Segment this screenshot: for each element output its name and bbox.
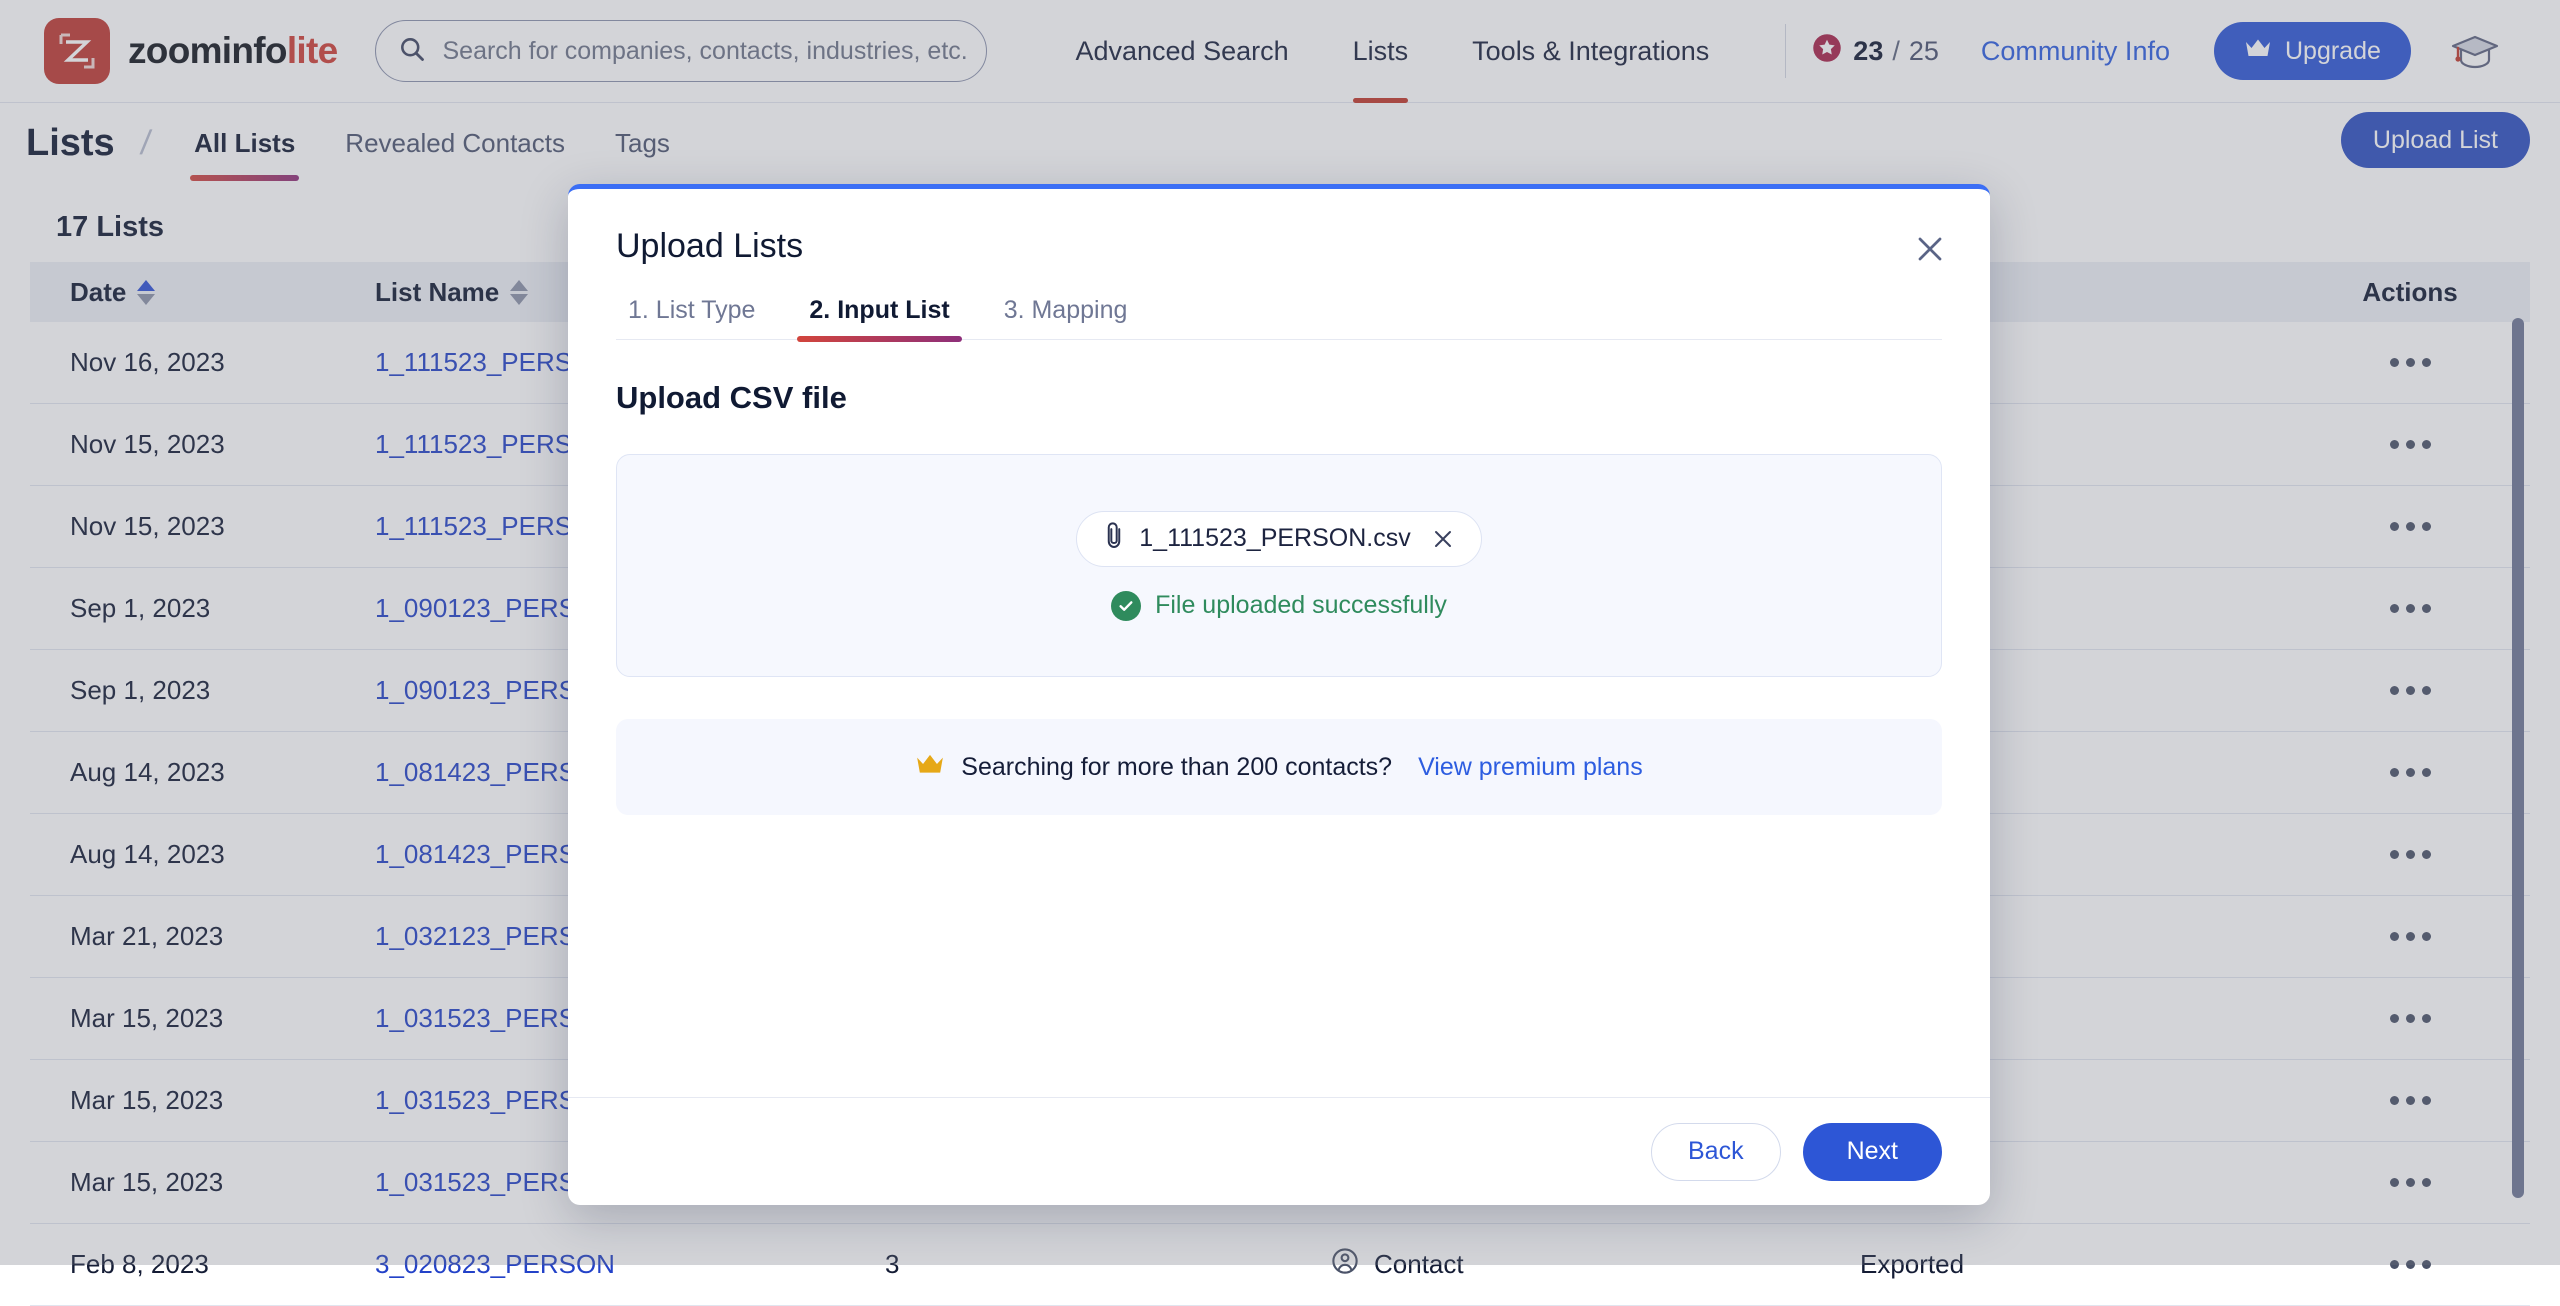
next-button[interactable]: Next [1803,1123,1942,1181]
step-input-list[interactable]: 2. Input List [797,296,961,339]
modal-footer: Back Next [568,1097,1990,1205]
modal-title: Upload Lists [616,227,1942,266]
back-button[interactable]: Back [1651,1123,1781,1181]
step-mapping[interactable]: 3. Mapping [992,296,1140,339]
success-check-icon [1111,591,1141,621]
uploaded-file-name: 1_111523_PERSON.csv [1139,524,1410,553]
step-list-type[interactable]: 1. List Type [616,296,767,339]
premium-upsell-banner: Searching for more than 200 contacts? Vi… [616,719,1942,815]
modal-body: Upload CSV file 1_111523_PERSON.csv [568,340,1990,1097]
remove-file-icon[interactable] [1431,527,1455,551]
modal-header: Upload Lists 1. List Type 2. Input List … [568,189,1990,340]
upload-status-text: File uploaded successfully [1155,591,1447,620]
upload-section-title: Upload CSV file [616,380,1942,416]
close-icon[interactable] [1906,225,1954,273]
upload-lists-modal: Upload Lists 1. List Type 2. Input List … [568,184,1990,1205]
premium-upsell-text: Searching for more than 200 contacts? [961,753,1392,782]
file-drop-zone[interactable]: 1_111523_PERSON.csv File uploaded succes… [616,454,1942,677]
paperclip-icon [1103,521,1125,556]
upload-status-message: File uploaded successfully [1111,591,1447,621]
crown-icon [915,752,945,783]
view-premium-plans-link[interactable]: View premium plans [1418,753,1643,782]
modal-steps: 1. List Type 2. Input List 3. Mapping [616,296,1942,340]
uploaded-file-chip: 1_111523_PERSON.csv [1076,511,1481,567]
